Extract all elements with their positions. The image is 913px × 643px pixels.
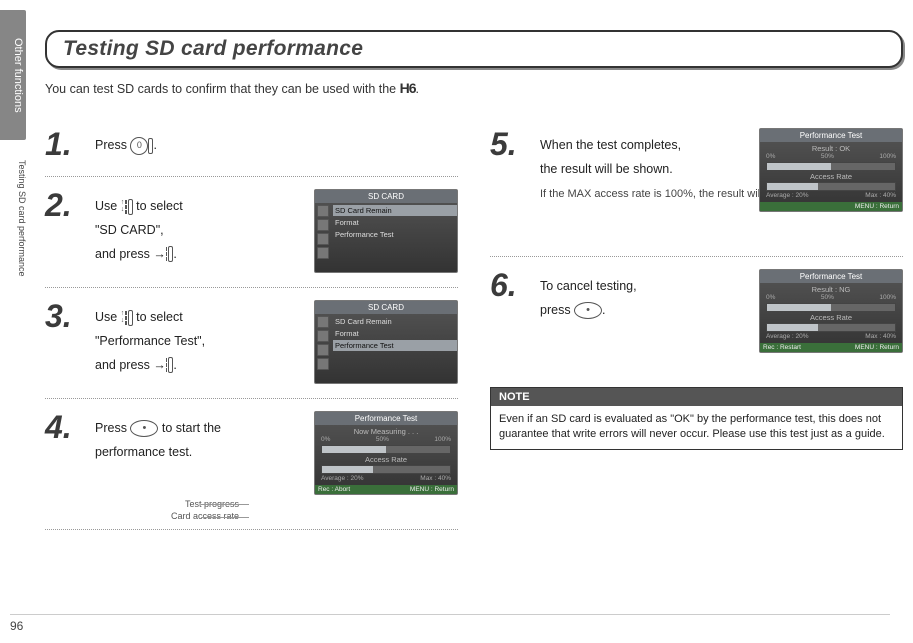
separator: [45, 287, 458, 288]
title-box: Testing SD card performance: [45, 30, 903, 68]
screen-title: Performance Test: [315, 412, 457, 425]
menu-item: Performance Test: [333, 229, 457, 240]
step-2-l3b: .: [173, 247, 176, 261]
step-6-l2b: .: [602, 303, 605, 317]
screenshot-sdcard-perftest: SD CARD SD Card Remain Format Performanc…: [314, 300, 458, 384]
screenshot-perf-ng: Performance Test Result : NG 0% 50% 100% A…: [759, 269, 903, 353]
page-content: Testing SD card performance You can test…: [45, 30, 903, 538]
right-column: 5. When the test completes, the result w…: [490, 116, 903, 538]
step-2-number: 2.: [45, 189, 83, 221]
avg-label: Average : 20%: [766, 192, 809, 199]
step-6-number: 6.: [490, 269, 528, 301]
intro-text: You can test SD cards to confirm that th…: [45, 80, 903, 96]
step-5-number: 5.: [490, 128, 528, 160]
left-column: 1. Press 0. 2. Use ↑↓ to select "SD CARD…: [45, 116, 458, 538]
footer-right: MENU : Return: [855, 344, 899, 351]
step-3-l1b: to select: [133, 310, 183, 324]
footer-right: MENU : Return: [855, 203, 899, 210]
step-3-l1a: Use: [95, 310, 121, 324]
screen-title: SD CARD: [315, 301, 457, 314]
brand-name: H6: [400, 80, 416, 96]
rec-button-icon: •: [574, 302, 602, 319]
max-label: Max : 40%: [865, 333, 896, 340]
scale-mid: 50%: [821, 153, 834, 160]
scale-0: 0%: [766, 153, 775, 160]
access-rate-label: Access Rate: [321, 455, 451, 464]
step-6-l2a: press: [540, 303, 574, 317]
screen-title: Performance Test: [760, 129, 902, 142]
step-2-l3a: and press: [95, 247, 153, 261]
access-rate-label: Access Rate: [766, 313, 896, 322]
menu-item: Performance Test: [333, 340, 457, 351]
screenshot-sdcard-menu: SD CARD SD Card Remain Format Performanc…: [314, 189, 458, 273]
screenshot-perf-ok: Performance Test Result : OK 0% 50% 100% A…: [759, 128, 903, 212]
note-heading: NOTE: [491, 388, 902, 406]
menu-item: SD Card Remain: [333, 205, 457, 216]
step-2-l1b: to select: [133, 199, 183, 213]
scale-0: 0%: [766, 294, 775, 301]
separator: [45, 176, 458, 177]
step-1-number: 1.: [45, 128, 83, 160]
screenshot-perf-measuring: Performance Test Now Measuring . . . 0% 5…: [314, 411, 458, 495]
intro-before: You can test SD cards to confirm that th…: [45, 82, 400, 96]
perf-status: Now Measuring . . .: [321, 427, 451, 436]
press-arrow-icon: →: [153, 358, 166, 372]
max-label: Max : 40%: [865, 192, 896, 199]
scale-mid: 50%: [821, 294, 834, 301]
avg-label: Average : 20%: [321, 475, 364, 482]
press-arrow-icon: →: [153, 247, 166, 261]
step-2-l1a: Use: [95, 199, 121, 213]
max-label: Max : 40%: [420, 475, 451, 482]
step-3-l3b: .: [173, 358, 176, 372]
step-3-number: 3.: [45, 300, 83, 332]
screen-title: SD CARD: [315, 190, 457, 203]
intro-after: .: [416, 82, 419, 96]
step-3-l3a: and press: [95, 358, 153, 372]
scroll-wheel-icon: ↑↓: [121, 199, 133, 215]
step-4-l1a: Press: [95, 421, 130, 435]
note-body: Even if an SD card is evaluated as "OK" …: [491, 406, 902, 449]
separator: [45, 398, 458, 399]
menu-button-icon: 0: [130, 137, 148, 155]
scale-0: 0%: [321, 436, 330, 443]
footer-left: Rec : Abort: [318, 486, 350, 493]
avg-label: Average : 20%: [766, 333, 809, 340]
step-1-after: .: [153, 138, 156, 152]
step-4-l1b: to start the: [158, 421, 221, 435]
step-1: 1. Press 0.: [45, 128, 458, 160]
sidebar-topic-tab: Testing SD card performance: [13, 160, 27, 340]
scale-mid: 50%: [376, 436, 389, 443]
rec-button-icon: •: [130, 420, 158, 437]
footer-right: MENU : Return: [410, 486, 454, 493]
menu-item: Format: [333, 217, 457, 228]
callout-labels: Test progress Card access rate: [119, 498, 239, 523]
perf-status: Result : NG: [766, 285, 896, 294]
scroll-wheel-icon: ↑↓: [121, 310, 133, 326]
step-4-number: 4.: [45, 411, 83, 443]
note-box: NOTE Even if an SD card is evaluated as …: [490, 387, 903, 450]
menu-item: Format: [333, 328, 457, 339]
footer-left: Rec : Restart: [763, 344, 801, 351]
perf-status: Result : OK: [766, 144, 896, 153]
menu-item: SD Card Remain: [333, 316, 457, 327]
scale-100: 100%: [434, 436, 451, 443]
page-title: Testing SD card performance: [63, 37, 885, 61]
access-rate-label: Access Rate: [766, 172, 896, 181]
screen-title: Performance Test: [760, 270, 902, 283]
scale-100: 100%: [879, 294, 896, 301]
separator: [490, 256, 903, 257]
sidebar-category-tab: Other functions: [0, 10, 26, 140]
separator: [45, 529, 458, 530]
scale-100: 100%: [879, 153, 896, 160]
step-1-text: Press: [95, 138, 130, 152]
page-number: 96: [10, 614, 890, 633]
